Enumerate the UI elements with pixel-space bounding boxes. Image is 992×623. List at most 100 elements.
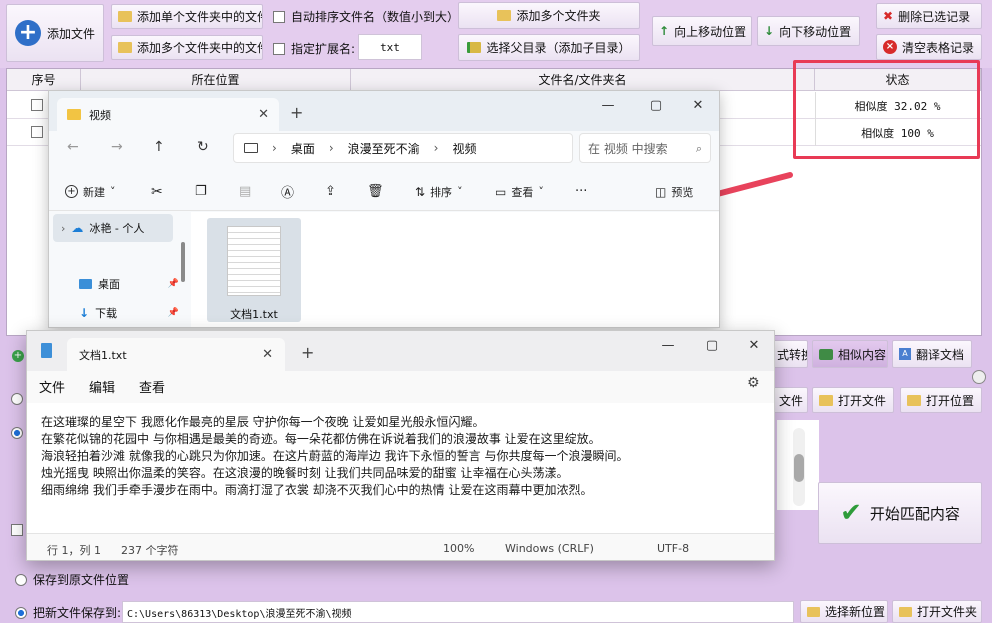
file-explorer-window: 视频 ✕ + — ▢ ✕ ← → ↑ ↻ › 桌面 › 浪漫至死不渝 › 视频 …	[48, 90, 720, 328]
explorer-tab[interactable]: 视频 ✕	[57, 98, 279, 131]
settings-gear-icon[interactable]: ⚙	[747, 375, 760, 391]
top-toolbar: + 添加文件 添加单个文件夹中的文件 添加多个文件夹中的文件 自动排序文件名（数…	[0, 0, 992, 68]
option-checkbox[interactable]	[11, 524, 23, 539]
scrollbar-track[interactable]	[793, 428, 805, 506]
minimize-button[interactable]: —	[645, 331, 691, 359]
clear-icon: ×	[883, 40, 897, 54]
close-icon[interactable]: ✕	[262, 348, 273, 361]
save-path-input[interactable]: C:\Users\86313\Desktop\浪漫至死不渝\视频	[122, 601, 794, 623]
similar-content-button[interactable]: 相似内容	[812, 340, 888, 368]
menu-file[interactable]: 文件	[39, 377, 65, 396]
more-button[interactable]: ···	[575, 184, 587, 199]
col-header-location[interactable]: 所在位置	[81, 69, 351, 91]
add-small-icon[interactable]: +	[12, 347, 24, 362]
collapse-icon[interactable]	[972, 370, 986, 384]
open-file-button[interactable]: 打开文件	[812, 387, 894, 413]
new-tab-button[interactable]: +	[290, 103, 303, 122]
checkbox-box[interactable]	[273, 42, 285, 55]
add-file-button[interactable]: + 添加文件	[6, 4, 104, 62]
minimize-button[interactable]: —	[585, 91, 631, 119]
up-icon[interactable]: ↑	[153, 139, 165, 155]
close-window-button[interactable]: ✕	[731, 331, 774, 359]
maximize-button[interactable]: ▢	[633, 91, 679, 119]
breadcrumb-folder[interactable]: 浪漫至死不渝	[348, 140, 420, 157]
menu-edit[interactable]: 编辑	[89, 377, 115, 396]
add-multi-folders-button[interactable]: 添加多个文件夹	[458, 2, 640, 29]
menu-view[interactable]: 查看	[139, 377, 165, 396]
pin-icon: 📌	[167, 278, 179, 289]
clear-table-label: 清空表格记录	[902, 40, 975, 55]
delete-icon[interactable]: 🗑	[367, 184, 384, 199]
nav-desktop-label: 桌面	[98, 278, 120, 291]
add-single-folder-button[interactable]: 添加单个文件夹中的文件	[111, 4, 263, 29]
row-checkbox[interactable]	[31, 99, 43, 111]
specify-ext-checkbox[interactable]: 指定扩展名:	[273, 40, 355, 57]
nav-scrollbar[interactable]	[181, 242, 185, 282]
file-area: 文档1.txt	[191, 212, 719, 327]
text-line: 海浪轻拍着沙滩 就像我的心跳只为你加速。在这片蔚蓝的海岸边 我许下永恒的誓言 与…	[41, 449, 629, 463]
close-window-button[interactable]: ✕	[675, 91, 719, 119]
move-down-button[interactable]: ↓ 向下移动位置	[757, 16, 860, 46]
scrollbar-thumb[interactable]	[794, 454, 804, 482]
preview-button[interactable]: ◫ 预览	[655, 184, 693, 200]
folder-icon	[807, 606, 820, 617]
move-up-button[interactable]: ↑ 向上移动位置	[652, 16, 752, 46]
close-icon[interactable]: ✕	[258, 108, 269, 121]
paste-icon[interactable]: ▤	[239, 184, 251, 199]
preview-label: 预览	[671, 185, 694, 199]
new-tab-button[interactable]: +	[301, 343, 314, 362]
search-box[interactable]: 在 视频 中搜索 ⌕	[579, 133, 711, 163]
translate-doc-button[interactable]: A 翻译文档	[892, 340, 972, 368]
file-button-partial[interactable]: 文件	[772, 387, 808, 413]
open-location-button[interactable]: 打开位置	[900, 387, 982, 413]
save-new-option[interactable]: 把新文件保存到:	[15, 604, 121, 621]
new-menu-button[interactable]: + 新建 ˅	[65, 184, 116, 200]
translate-icon: A	[899, 348, 911, 360]
maximize-button[interactable]: ▢	[689, 331, 735, 359]
auto-sort-checkbox[interactable]: 自动排序文件名（数值小到大）	[273, 8, 459, 25]
file-item[interactable]: 文档1.txt	[207, 218, 301, 322]
nav-item-downloads[interactable]: ↓ 下载 📌	[79, 305, 179, 321]
notepad-text-area[interactable]: 在这璀璨的星空下 我愿化作最亮的星辰 守护你每一个夜晚 让爱如星光般永恒闪耀。 …	[27, 403, 774, 533]
download-icon: ↓	[79, 306, 90, 320]
add-multi-folder-button[interactable]: 添加多个文件夹中的文件	[111, 35, 263, 60]
radio-option[interactable]	[11, 427, 23, 442]
choose-location-button[interactable]: 选择新位置	[800, 600, 888, 623]
checkbox-box[interactable]	[273, 10, 285, 23]
col-header-filename[interactable]: 文件名/文件夹名	[351, 69, 815, 91]
open-folder-button[interactable]: 打开文件夹	[892, 600, 982, 623]
forward-icon[interactable]: →	[111, 139, 123, 155]
view-menu-button[interactable]: ▭ 查看 ˅	[495, 184, 544, 200]
col-header-index[interactable]: 序号	[7, 69, 81, 91]
cut-icon[interactable]: ✂	[151, 184, 163, 200]
folder-icon	[67, 109, 81, 120]
copy-icon[interactable]: ❐	[195, 184, 207, 199]
format-convert-button[interactable]: 式转换	[770, 340, 808, 368]
back-icon[interactable]: ←	[67, 139, 79, 155]
checkmark-icon: ✔	[840, 498, 862, 528]
select-parent-dir-button[interactable]: 选择父目录（添加子目录）	[458, 34, 640, 61]
rename-icon[interactable]: Ⓐ	[281, 182, 294, 201]
start-match-button[interactable]: ✔ 开始匹配内容	[818, 482, 982, 544]
breadcrumb-desktop[interactable]: 桌面	[291, 140, 315, 157]
nav-item-cloud[interactable]: › ☁ 冰艳 - 个人	[53, 214, 173, 242]
row-checkbox[interactable]	[31, 126, 43, 138]
notepad-tab[interactable]: 文档1.txt ✕	[67, 338, 285, 371]
move-up-label: 向上移动位置	[674, 24, 747, 39]
share-icon[interactable]: ⇪	[325, 184, 336, 199]
save-original-option[interactable]: 保存到原文件位置	[15, 571, 129, 588]
breadcrumb-current[interactable]: 视频	[452, 140, 476, 157]
radio-option[interactable]	[11, 393, 23, 408]
ext-input[interactable]: txt	[358, 34, 422, 60]
delete-selected-button[interactable]: ✖ 删除已选记录	[876, 3, 982, 29]
open-location-icon	[907, 394, 921, 406]
plus-circle-icon: +	[14, 20, 41, 46]
clear-table-button[interactable]: × 清空表格记录	[876, 34, 982, 60]
refresh-icon[interactable]: ↻	[197, 139, 209, 155]
nav-item-desktop[interactable]: 桌面 📌	[79, 276, 179, 292]
new-label: 新建	[83, 185, 105, 199]
radio-button[interactable]	[15, 606, 27, 619]
radio-button[interactable]	[15, 573, 27, 586]
address-bar[interactable]: › 桌面 › 浪漫至死不渝 › 视频	[233, 133, 573, 163]
sort-menu-button[interactable]: ⇅ 排序 ˅	[415, 184, 463, 200]
